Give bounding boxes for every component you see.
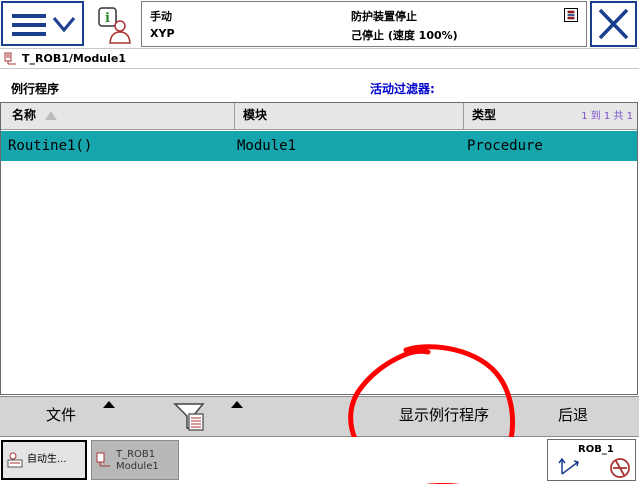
info-person-icon[interactable]: i [94,6,134,44]
routine-name-cell: Routine1() [8,138,93,154]
filter-icon[interactable] [173,402,207,432]
program-path-icon [4,52,16,65]
status-icon [564,8,578,22]
auto-produce-icon [7,452,23,468]
active-filter-label[interactable]: 活动过滤器: [370,80,435,97]
jog-axes-icon [558,457,579,475]
main-menu-button[interactable] [1,1,84,46]
table-header: 名称 模块 类型 1 到 1 共 1 [1,103,637,130]
routine-type-cell: Procedure [467,138,543,154]
hamburger-icon [12,14,46,36]
column-header-module[interactable]: 模块 [243,103,267,129]
task-auto-production[interactable]: 自动生... [1,440,87,480]
column-header-type[interactable]: 类型 [472,103,496,129]
path-text: T_ROB1/Module1 [22,52,126,65]
routine-module-cell: Module1 [237,138,297,154]
command-bar: 文件 显示例行程序 后退 [0,396,639,437]
program-editor-icon [96,452,110,467]
increment-off-icon [610,458,630,478]
show-routine-button[interactable]: 显示例行程序 [399,397,489,436]
routine-table: 名称 模块 类型 1 到 1 共 1 Routine1() Module1 Pr… [0,102,638,395]
operating-mode: 手动 [150,10,172,23]
status-panel[interactable]: 手动 XYP 防护装置停止 己停止 (速度 100%) [141,1,587,47]
robot-label: ROB_1 [578,444,614,455]
file-menu-arrow-icon [103,401,115,408]
page-title: 例行程序 [11,82,60,96]
item-count: 1 到 1 共 1 [581,111,633,122]
file-menu-button[interactable]: 文件 [46,397,76,436]
filter-menu-arrow-icon [231,401,243,408]
task2-line2: Module1 [116,461,159,472]
breadcrumb: T_ROB1/Module1 [0,48,639,69]
task2-line1: T_ROB1 [116,449,156,460]
table-row[interactable]: Routine1() Module1 Procedure [1,131,637,161]
svg-text:i: i [105,11,110,26]
back-button[interactable]: 后退 [558,397,588,436]
run-status: 己停止 (速度 100%) [351,29,458,42]
quickset-robot-widget[interactable]: ROB_1 [547,439,636,481]
safety-status: 防护装置停止 [351,10,417,23]
sort-asc-icon[interactable] [45,111,57,120]
controller-name: XYP [150,27,175,40]
close-icon [598,8,629,40]
task-program-editor[interactable]: T_ROB1 Module1 [91,440,179,480]
column-header-name[interactable]: 名称 [12,103,36,129]
chevron-down-icon [52,17,76,33]
task1-label: 自动生... [27,454,67,465]
close-button[interactable] [590,1,637,47]
